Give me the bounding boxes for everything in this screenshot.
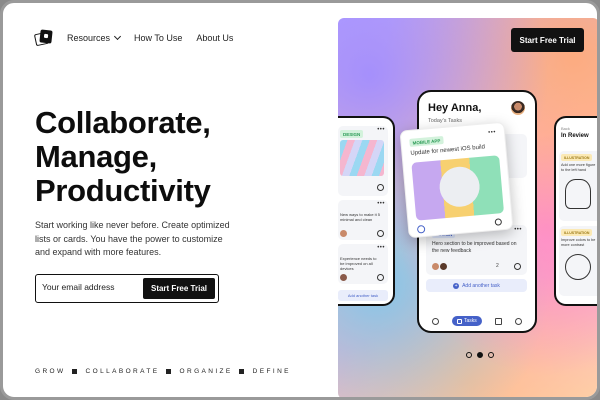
nav-item-resources[interactable]: Resources (67, 32, 122, 43)
hero-subtitle: Start working like never before. Create … (35, 220, 230, 257)
add-task-button[interactable]: Add another task (338, 290, 388, 301)
page-frame: Resources How To Use About Us Collaborat… (0, 0, 600, 400)
tag-label: COLLABORATE (85, 368, 160, 375)
task-card[interactable]: ILLUSTRATION Improve colors to be more c… (559, 226, 597, 296)
avatar (432, 263, 439, 270)
tasks-icon (456, 318, 462, 324)
illustration-sketch (565, 254, 591, 280)
task-tag: MOBILE APP (409, 136, 444, 147)
task-text: Improve colors to be more contrast (561, 238, 596, 247)
more-icon: ••• (377, 127, 385, 133)
comment-icon (377, 230, 384, 237)
tag-label: ORGANIZE (179, 368, 233, 375)
task-card-image (340, 140, 384, 176)
top-nav: Resources How To Use About Us (67, 32, 233, 43)
task-text: Hero section to be improved based on the… (432, 241, 517, 254)
avatar (340, 230, 347, 237)
profile-icon[interactable] (515, 317, 523, 325)
avatar (440, 263, 447, 270)
pager-dot[interactable] (466, 352, 472, 358)
feature-tags: GROW COLLABORATE ORGANIZE DEFINE (35, 368, 291, 375)
nav-item-label: About Us (196, 33, 234, 43)
email-signup-form: Start Free Trial (35, 274, 219, 303)
chevron-down-icon (113, 32, 122, 41)
task-tag: ILLUSTRATION (561, 229, 593, 236)
comment-icon (514, 263, 521, 270)
comment-icon (494, 218, 503, 226)
task-card[interactable]: ILLUSTRATION Add one more figure to the … (559, 151, 597, 221)
task-tag: ILLUSTRATION (561, 154, 593, 161)
avatar (340, 274, 347, 281)
task-text: New ways to make it 5 minimal and clean (340, 212, 381, 222)
task-text: Add one more figure to the left hand (561, 163, 596, 172)
separator-square-icon (238, 369, 244, 374)
team-icon (416, 224, 426, 234)
bookmark-icon[interactable] (495, 317, 503, 325)
more-icon: ••• (514, 227, 522, 233)
headline-line: Collaborate, (35, 105, 211, 140)
attachment-count: 2 (496, 263, 499, 269)
task-card: ••• New ways to make it 5 minimal and cl… (338, 200, 388, 240)
bottom-tab-bar: Tasks (419, 311, 535, 331)
carousel-pager (466, 352, 494, 358)
more-icon: ••• (377, 245, 385, 251)
tag-label: GROW (35, 368, 66, 375)
phone-mockup-left: DESIGN ••• ••• New ways to make it 5 min… (338, 116, 395, 306)
greeting: Hey Anna, (428, 102, 482, 114)
email-input[interactable] (42, 282, 142, 292)
task-card: DESIGN ••• (338, 126, 388, 196)
plus-icon: + (453, 282, 460, 289)
phone-mockup-right: Back In Review ILLUSTRATION Add one more… (554, 116, 597, 306)
user-avatar[interactable] (510, 100, 526, 116)
header-start-free-trial-button[interactable]: Start Free Trial (511, 28, 584, 52)
task-card-image (411, 155, 505, 221)
brand-logo-icon[interactable] (33, 29, 53, 47)
task-card: ••• Experience needs to be improved on a… (338, 244, 388, 284)
task-text: Experience needs to be improved on all d… (340, 256, 377, 271)
nav-item-how-to-use[interactable]: How To Use (134, 33, 182, 43)
separator-square-icon (71, 369, 77, 374)
nav-item-label: Resources (67, 33, 111, 43)
pager-dot[interactable] (488, 352, 494, 358)
add-task-button[interactable]: + Add another task (426, 279, 527, 292)
comment-icon (377, 274, 384, 281)
headline-line: Manage, (35, 139, 157, 174)
add-task-label: Add another task (462, 282, 500, 289)
pager-dot-active[interactable] (477, 352, 483, 358)
start-free-trial-button[interactable]: Start Free Trial (143, 278, 215, 299)
nav-item-label: How To Use (134, 33, 183, 43)
nav-item-about-us[interactable]: About Us (196, 33, 233, 43)
more-icon: ••• (487, 129, 497, 137)
more-icon: ••• (377, 201, 385, 207)
back-link[interactable]: Back (561, 126, 570, 131)
tag-label: DEFINE (252, 368, 291, 375)
tab-label: Tasks (463, 318, 477, 324)
headline-line: Productivity (35, 173, 211, 208)
task-tag: DESIGN (340, 130, 364, 138)
tab-tasks[interactable]: Tasks (451, 316, 482, 326)
separator-square-icon (165, 369, 171, 374)
todays-tasks-label: Today's Tasks (428, 118, 462, 124)
illustration-circle (437, 165, 482, 209)
check-icon[interactable] (431, 317, 439, 325)
hero-headline: Collaborate, Manage, Productivity (35, 106, 211, 208)
floating-task-card[interactable]: MOBILE APP ••• Update for newest iOS bui… (399, 121, 514, 239)
column-title: In Review (561, 133, 589, 139)
illustration-sketch (565, 179, 591, 209)
comment-icon (377, 184, 384, 191)
